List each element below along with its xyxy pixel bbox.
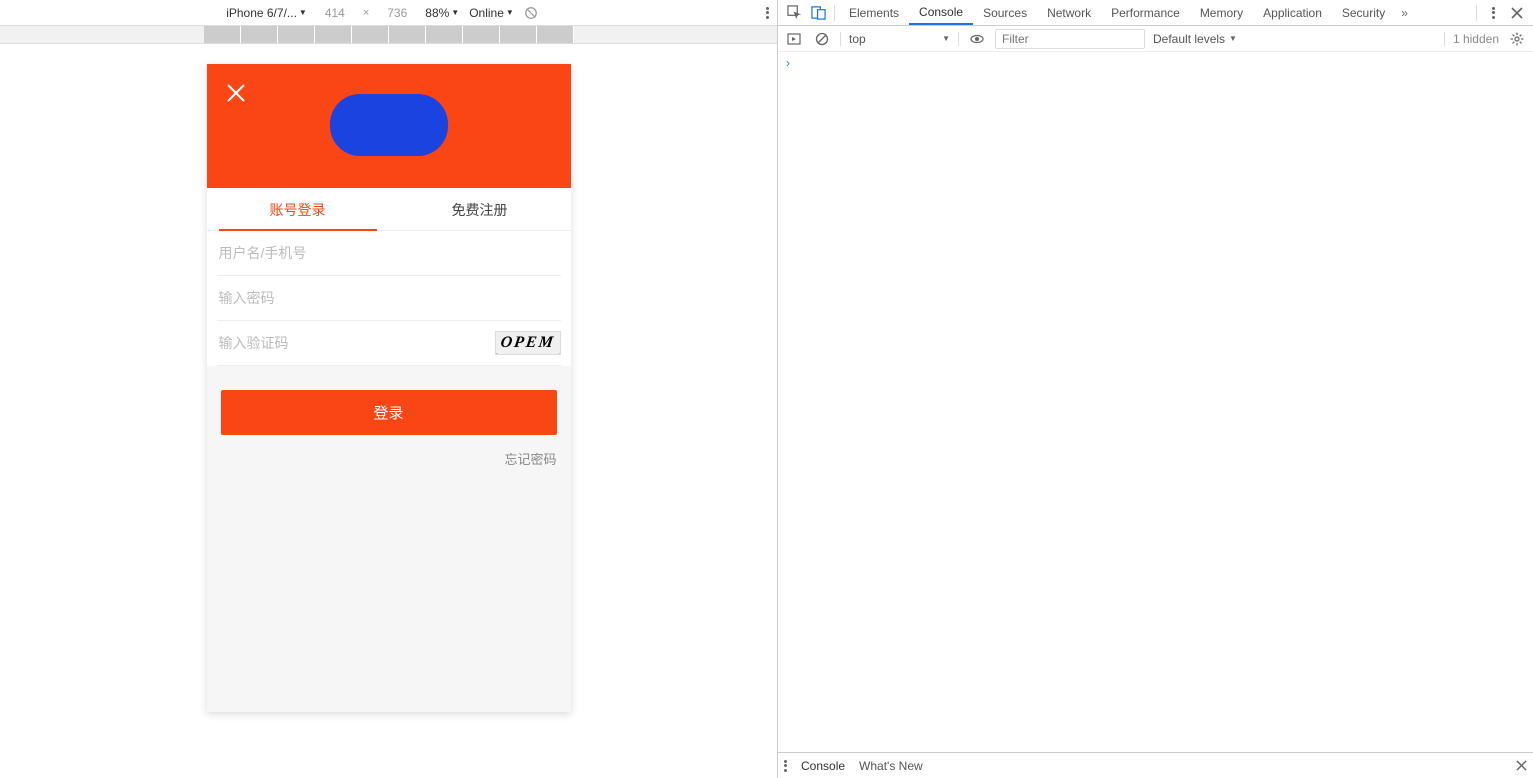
device-select[interactable]: iPhone 6/7/... ▼ <box>226 6 307 20</box>
network-select[interactable]: Online ▼ <box>469 6 514 20</box>
ruler <box>0 26 777 44</box>
devtools-tab-network[interactable]: Network <box>1037 0 1101 25</box>
devtools-tab-console[interactable]: Console <box>909 0 973 25</box>
filter-input[interactable] <box>995 29 1145 49</box>
console-toolbar: top ▼ Default levels ▼ 1 hidden <box>778 26 1533 52</box>
tab-register-label: 免费注册 <box>452 202 508 218</box>
drawer-menu-icon[interactable] <box>784 760 787 772</box>
drawer-tab-console[interactable]: Console <box>801 759 845 773</box>
devtools-tabs: ElementsConsoleSourcesNetworkPerformance… <box>778 0 1533 26</box>
drawer: Console What's New <box>778 752 1533 778</box>
username-field <box>217 231 561 276</box>
username-input[interactable] <box>217 231 561 275</box>
gear-icon[interactable] <box>1507 29 1527 49</box>
zoom-select[interactable]: 88% ▼ <box>425 6 459 20</box>
drawer-tab-whatsnew-label: What's New <box>859 759 923 773</box>
captcha-text: OPEM <box>495 332 560 354</box>
console-output[interactable]: › <box>778 52 1533 752</box>
tab-login-label: 账号登录 <box>270 202 326 218</box>
close-icon[interactable] <box>225 82 247 104</box>
inspect-icon[interactable] <box>782 1 806 25</box>
more-tabs-icon[interactable]: » <box>1395 6 1414 20</box>
chevron-down-icon: ▼ <box>942 34 950 43</box>
context-selector[interactable]: top ▼ <box>840 32 959 46</box>
device-mode-icon[interactable] <box>806 1 830 25</box>
live-expression-icon[interactable] <box>967 29 987 49</box>
chevron-down-icon: ▼ <box>1229 34 1237 43</box>
devtools-close-icon[interactable] <box>1505 1 1529 25</box>
login-button[interactable]: 登录 <box>221 390 557 435</box>
context-value: top <box>849 32 866 46</box>
network-value: Online <box>469 6 504 20</box>
devtools-tab-elements[interactable]: Elements <box>839 0 909 25</box>
captcha-image[interactable]: OPEM <box>495 331 560 355</box>
device-frame: 账号登录 免费注册 OPEM 登录 <box>207 64 571 712</box>
device-height[interactable]: 736 <box>379 6 415 20</box>
more-options-icon[interactable] <box>766 7 769 19</box>
forgot-password-link[interactable]: 忘记密码 <box>221 449 557 468</box>
login-tabs: 账号登录 免费注册 <box>207 188 571 231</box>
device-width[interactable]: 414 <box>317 6 353 20</box>
device-viewport: 账号登录 免费注册 OPEM 登录 <box>0 44 777 778</box>
form-actions: 登录 忘记密码 <box>207 366 571 478</box>
app-header <box>207 64 571 188</box>
devtools-tab-memory[interactable]: Memory <box>1190 0 1253 25</box>
drawer-tab-whatsnew[interactable]: What's New <box>859 759 923 773</box>
tab-login[interactable]: 账号登录 <box>207 188 389 230</box>
captcha-field: OPEM <box>217 321 561 366</box>
zoom-value: 88% <box>425 6 449 20</box>
sidebar-toggle-icon[interactable] <box>784 29 804 49</box>
login-form: OPEM <box>207 231 571 366</box>
forgot-label: 忘记密码 <box>504 452 556 467</box>
chevron-down-icon: ▼ <box>299 8 307 17</box>
devtools-menu-icon[interactable] <box>1481 1 1505 25</box>
drawer-tab-console-label: Console <box>801 759 845 773</box>
devtools-tab-performance[interactable]: Performance <box>1101 0 1190 25</box>
tab-register[interactable]: 免费注册 <box>389 188 571 230</box>
hidden-count[interactable]: 1 hidden <box>1444 32 1499 46</box>
login-button-label: 登录 <box>373 405 403 422</box>
dimension-separator: × <box>363 7 369 19</box>
captcha-input[interactable] <box>217 321 490 365</box>
devtools-tab-application[interactable]: Application <box>1253 0 1332 25</box>
log-levels-select[interactable]: Default levels ▼ <box>1153 32 1237 46</box>
console-prompt-icon: › <box>786 56 790 70</box>
device-toolbar: iPhone 6/7/... ▼ 414 × 736 88% ▼ Online … <box>0 0 777 26</box>
clear-console-icon[interactable] <box>812 29 832 49</box>
devtools-tab-sources[interactable]: Sources <box>973 0 1037 25</box>
levels-label: Default levels <box>1153 32 1225 46</box>
rotate-icon[interactable] <box>524 6 538 20</box>
device-name: iPhone 6/7/... <box>226 6 297 20</box>
devtools-tab-security[interactable]: Security <box>1332 0 1395 25</box>
drawer-close-icon[interactable] <box>1516 760 1527 771</box>
hidden-count-label: 1 hidden <box>1453 32 1499 46</box>
logo <box>330 94 448 156</box>
password-field <box>217 276 561 321</box>
password-input[interactable] <box>217 276 561 320</box>
chevron-down-icon: ▼ <box>506 8 514 17</box>
chevron-down-icon: ▼ <box>451 8 459 17</box>
